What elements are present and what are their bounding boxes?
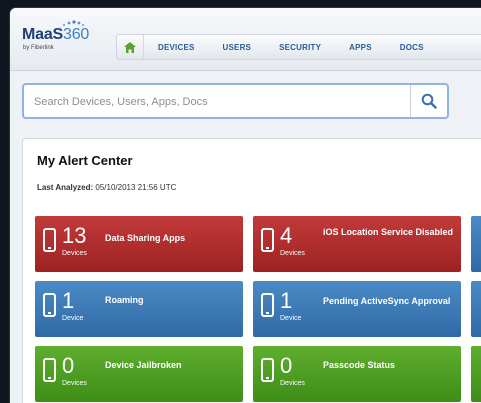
tile-label: Device Jailbroken [105,360,182,370]
tile-label: Passcode Status [323,360,396,370]
search-input[interactable] [32,92,396,112]
alert-tile-pending-activesync[interactable]: 1 Device Pending ActiveSync Approval [253,281,461,337]
phone-icon [261,293,274,317]
phone-icon [261,358,274,382]
phone-icon [43,293,56,317]
tile-count: 4 [280,223,293,248]
tile-unit: Devices [280,250,305,257]
app-window: MaaS360 by Fiberlink DEVICES USERS SECUR… [10,8,481,403]
tile-unit: Device [280,315,302,322]
search-bar [22,83,449,119]
tile-unit: Devices [62,250,87,257]
tile-label: iOS Location Service Disabled [323,227,454,237]
tile-count: 1 [280,288,293,313]
tile-label: Data Sharing Apps [105,233,186,243]
logo-subtitle: by Fiberlink [23,45,54,51]
home-icon [124,41,136,53]
last-analyzed: Last Analyzed: 05/10/2013 21:56 UTC [37,183,176,192]
tile-unit: Devices [280,380,305,387]
nav-security[interactable]: SECURITY [265,43,335,52]
tile-count: 0 [62,353,75,378]
top-bar: MaaS360 by Fiberlink DEVICES USERS SECUR… [10,8,481,71]
nav-apps[interactable]: APPS [335,43,386,52]
nav-home[interactable] [117,35,144,59]
tile-count: 1 [62,288,75,313]
phone-icon [261,228,274,252]
alert-tile-ios-location[interactable]: 4 Devices iOS Location Service Disabled [253,216,461,272]
tile-label: Pending ActiveSync Approval [323,296,451,306]
alert-tile-device-jailbroken[interactable]: 0 Devices Device Jailbroken [35,346,243,402]
search-icon [421,93,437,109]
last-analyzed-value: 05/10/2013 21:56 UTC [95,183,177,192]
alert-tile-partial[interactable] [471,216,481,272]
tile-unit: Devices [62,380,87,387]
nav-docs[interactable]: DOCS [386,43,438,52]
alert-tile-partial[interactable] [471,281,481,337]
search-button[interactable] [410,85,447,117]
main-nav: DEVICES USERS SECURITY APPS DOCS [116,34,481,60]
tile-label: Roaming [105,295,144,305]
alert-tile-passcode-status[interactable]: 0 Devices Passcode Status [253,346,461,402]
nav-users[interactable]: USERS [209,43,266,52]
alert-tile-roaming[interactable]: 1 Device Roaming [35,281,243,337]
panel-title: My Alert Center [37,153,133,168]
logo-dots-icon [59,20,84,29]
tile-count: 0 [280,353,293,378]
tile-count: 13 [62,223,87,248]
last-analyzed-label: Last Analyzed: [37,183,94,192]
alert-tile-partial[interactable] [471,346,481,402]
tile-unit: Device [62,315,84,322]
logo-text: MaaS [22,26,63,43]
alert-tile-data-sharing-apps[interactable]: 13 Devices Data Sharing Apps [35,216,243,272]
nav-devices[interactable]: DEVICES [144,43,209,52]
phone-icon [43,228,56,252]
phone-icon [43,358,56,382]
alert-center-panel: My Alert Center Last Analyzed: 05/10/201… [22,138,481,403]
